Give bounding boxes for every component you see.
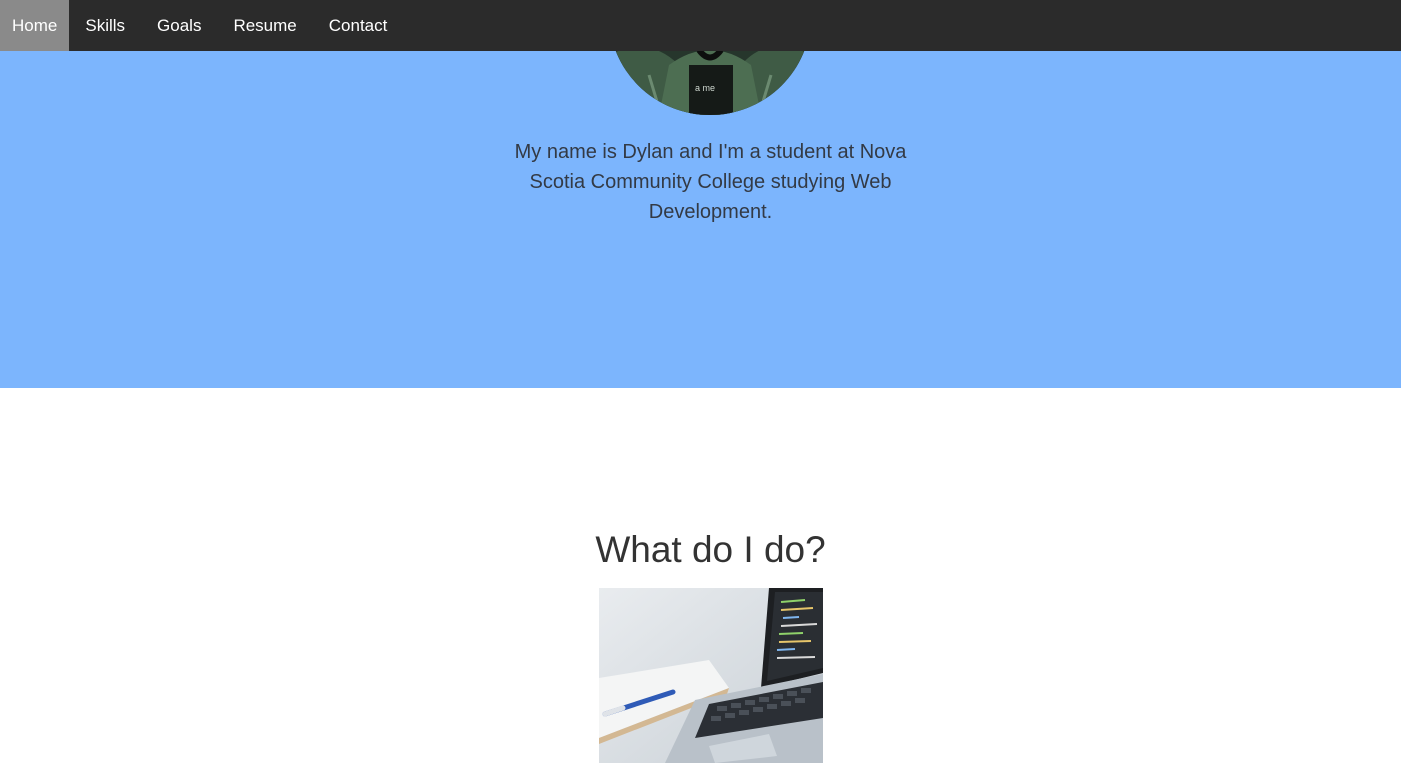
laptop-desk-image [599, 588, 823, 763]
nav-item-resume[interactable]: Resume [217, 0, 312, 51]
nav-item-skills[interactable]: Skills [69, 0, 141, 51]
nav-item-home[interactable]: Home [0, 0, 70, 51]
nav-item-goals[interactable]: Goals [141, 0, 217, 51]
what-i-do-heading: What do I do? [595, 529, 826, 570]
top-navbar: Home Skills Goals Resume Contact [0, 0, 1401, 51]
nav-item-contact[interactable]: Contact [313, 0, 404, 51]
svg-text:a me: a me [695, 83, 715, 93]
hero-section: a me My name is Dylan and I'm a student … [0, 0, 1401, 388]
intro-text: My name is Dylan and I'm a student at No… [514, 141, 907, 223]
laptop-desk-graphic [599, 588, 823, 763]
